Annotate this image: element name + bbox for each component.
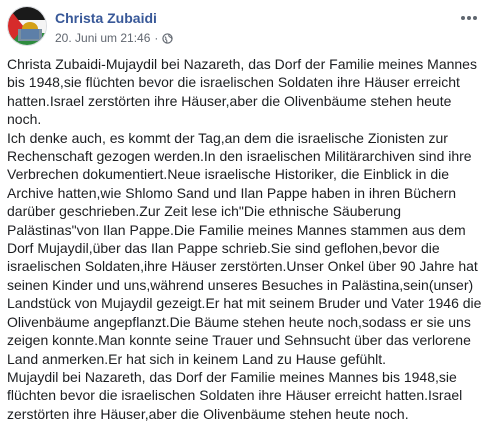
post-text: Christa Zubaidi-Mujaydil bei Nazareth, d… bbox=[7, 55, 489, 423]
avatar-image bbox=[8, 7, 46, 45]
post-timestamp[interactable]: 20. Juni um 21:46 bbox=[55, 31, 150, 45]
post-text-line: israelischen Soldaten,ihre Häuser zerstö… bbox=[7, 258, 478, 275]
meta-separator: · bbox=[154, 31, 159, 45]
avatar[interactable] bbox=[7, 6, 47, 46]
post-text-line: noch. bbox=[7, 111, 42, 128]
post-text-line: Dorf Mujaydil,über das Ilan Pappe schrie… bbox=[7, 240, 440, 257]
post-text-line: Olivenbäume angepflanzt.Die Bäume stehen… bbox=[7, 313, 471, 330]
post-text-line: darüber geschrieben.Zur Zeit lese ich"Di… bbox=[7, 203, 402, 220]
post-text-line: zeigen konnte.Man konnte seine Trauer un… bbox=[7, 332, 471, 349]
author-name[interactable]: Christa Zubaidi bbox=[55, 10, 157, 26]
post-text-line: Land anmerken.Er hat sich in keinem Land… bbox=[7, 350, 387, 367]
post-text-line: Rechenschaft gezogen werden.In den israe… bbox=[7, 148, 472, 165]
post-card: Christa Zubaidi 20. Juni um 21:46 · Chri… bbox=[0, 0, 492, 447]
post-text-line: Christa Zubaidi-Mujaydil bei Nazareth, d… bbox=[7, 56, 477, 72]
post-text-line: Mujaydil bei Nazareth, das Dorf der Fami… bbox=[7, 368, 457, 385]
globe-icon bbox=[162, 32, 174, 44]
post-text-line: seinen Kinder und uns,während unseres Be… bbox=[7, 276, 474, 293]
post-text-line: flüchten bevor die israelischen Soldaten… bbox=[7, 387, 463, 404]
post-header: Christa Zubaidi 20. Juni um 21:46 · bbox=[7, 6, 492, 48]
post-text-line: bis 1948,sie flüchten bevor die israelis… bbox=[7, 74, 460, 91]
post-text-line: Landstück von Mujaydil gezeigt.Er hat mi… bbox=[7, 295, 482, 312]
post-text-line: Verbrechen dokumentiert.Neue israelische… bbox=[7, 166, 449, 183]
post-text-line: hatten.Israel zerstörten ihre Häuser,abe… bbox=[7, 92, 452, 109]
more-options-icon[interactable] bbox=[458, 10, 480, 26]
post-text-line: zerstörten ihre Häuser,aber die Olivenbä… bbox=[7, 405, 409, 422]
post-text-line: Archive hatten,wie Shlomo Sand und Ilan … bbox=[7, 184, 457, 201]
post-meta: 20. Juni um 21:46 · bbox=[55, 31, 174, 45]
post-text-line: Palästinas"von Ilan Pappe.Die Familie me… bbox=[7, 221, 466, 238]
post-text-line: Ich denke auch, es kommt der Tag,an dem … bbox=[7, 129, 448, 146]
